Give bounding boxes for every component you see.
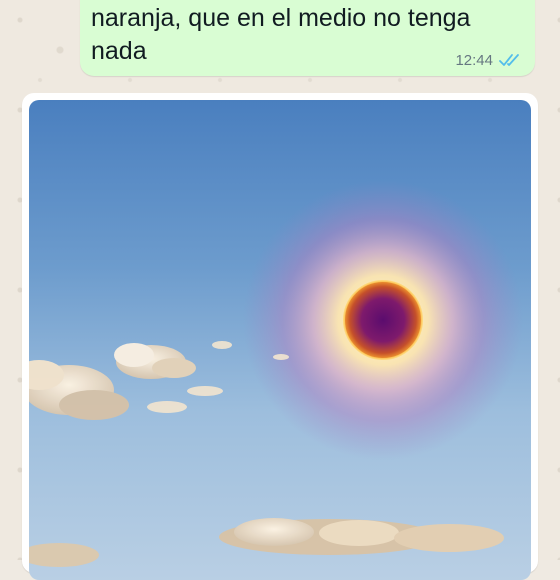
cloud-middle — [114, 343, 196, 379]
message-meta: 12:44 — [455, 50, 523, 70]
cloud-left — [29, 360, 129, 420]
eclipse-scene — [29, 180, 523, 567]
incoming-image-bubble[interactable] — [22, 93, 538, 580]
outgoing-message-bubble[interactable]: naranja, que en el medio no tenga nada 1… — [80, 0, 535, 76]
eclipse-photo[interactable] — [29, 100, 531, 580]
double-check-read-icon — [499, 54, 519, 66]
message-time: 12:44 — [455, 51, 493, 69]
